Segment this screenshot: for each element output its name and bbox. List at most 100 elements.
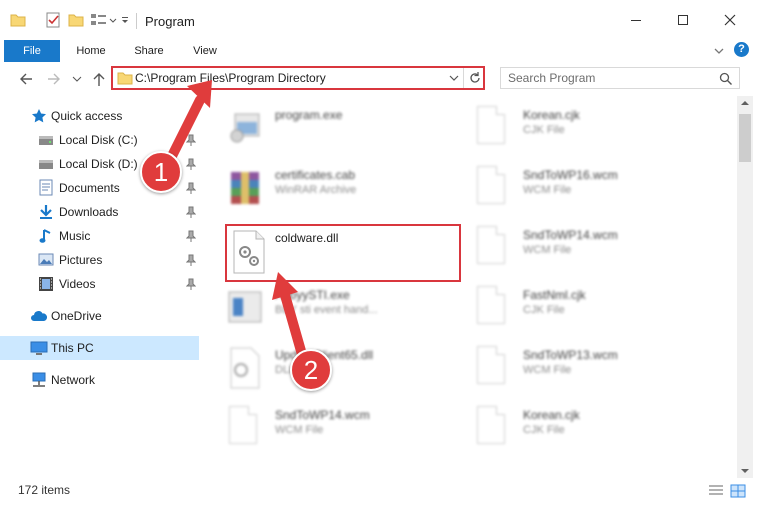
search-placeholder[interactable]: Search Program <box>508 71 595 85</box>
sidebar-item-pictures[interactable]: Pictures <box>0 248 200 272</box>
file-item[interactable]: certificates.cab WinRAR Archive <box>225 164 455 216</box>
file-item[interactable]: program.exe <box>225 104 455 156</box>
cloud-icon <box>31 311 48 321</box>
scroll-thumb[interactable] <box>739 114 751 162</box>
help-icon[interactable]: ? <box>734 42 749 57</box>
tab-home[interactable]: Home <box>68 40 114 62</box>
sidebar-item-label: Documents <box>59 181 120 195</box>
step-badge-2: 2 <box>290 349 332 391</box>
address-bar[interactable]: C:\Program Files\Program Directory <box>111 66 485 90</box>
tab-view[interactable]: View <box>182 40 228 62</box>
file-type: CJK File <box>523 304 565 316</box>
file-item[interactable]: Korean.cjk CJK File <box>473 404 703 456</box>
view-options-icon[interactable] <box>90 12 108 28</box>
documents-icon <box>39 179 53 196</box>
ribbon: File Home Share View ? <box>0 40 769 63</box>
vertical-scrollbar[interactable] <box>737 96 753 480</box>
file-item[interactable]: Korean.cjk CJK File <box>473 104 703 156</box>
sidebar-item-videos[interactable]: Videos <box>0 272 200 296</box>
file-name: SndToWP14.wcm <box>523 228 618 242</box>
scroll-down-icon[interactable] <box>741 468 749 474</box>
expand-ribbon-icon[interactable] <box>713 45 725 57</box>
close-button[interactable] <box>707 0 753 40</box>
customize-toolbar-icon[interactable] <box>120 12 130 28</box>
file-item-coldware-dll[interactable]: coldware.dll <box>225 224 461 282</box>
file-list: program.exe certificates.cab WinRAR Arch… <box>203 100 737 476</box>
file-name: SndToWP16.wcm <box>523 168 618 182</box>
dropdown-arrow-icon[interactable] <box>108 12 118 28</box>
file-type: WCM File <box>523 184 572 196</box>
pin-icon[interactable] <box>186 278 196 290</box>
sidebar-item-label: Quick access <box>51 109 123 123</box>
details-view-icon[interactable] <box>708 484 724 498</box>
sidebar-item-local-disk-c[interactable]: Local Disk (C:) <box>0 128 200 152</box>
sidebar-item-label: OneDrive <box>51 309 102 323</box>
sidebar-item-this-pc[interactable]: This PC <box>0 336 199 360</box>
file-type: WCM File <box>275 424 324 436</box>
file-item[interactable]: UpdateClient65.dll DLL <box>225 344 455 396</box>
properties-icon[interactable] <box>45 12 61 28</box>
tab-share[interactable]: Share <box>126 40 172 62</box>
exe-icon <box>230 113 260 143</box>
sidebar-item-label: Pictures <box>59 253 103 267</box>
pin-icon[interactable] <box>186 230 196 242</box>
folder-icon[interactable] <box>10 12 26 28</box>
sidebar-item-label: Downloads <box>59 205 119 219</box>
pin-icon[interactable] <box>186 254 196 266</box>
close-icon <box>724 14 736 26</box>
maximize-icon <box>678 15 688 25</box>
file-item[interactable]: SndToWP16.wcm WCM File <box>473 164 703 216</box>
up-arrow-icon[interactable] <box>92 71 106 87</box>
file-name: FastNml.cjk <box>523 288 586 302</box>
sidebar-item-onedrive[interactable]: OneDrive <box>0 304 200 328</box>
file-name: SndToWP13.wcm <box>523 348 618 362</box>
file-icon <box>477 406 505 444</box>
window-title: Program <box>145 14 195 29</box>
file-icon <box>477 166 505 204</box>
winrar-archive-icon <box>231 172 259 204</box>
pin-icon[interactable] <box>186 206 196 218</box>
music-icon <box>39 229 51 243</box>
sidebar-item-downloads[interactable]: Downloads <box>0 200 200 224</box>
maximize-button[interactable] <box>660 0 706 40</box>
file-item[interactable]: SndToWP14.wcm WCM File <box>225 404 455 456</box>
file-icon <box>477 106 505 144</box>
status-bar: 172 items <box>0 478 769 502</box>
sidebar-item-music[interactable]: Music <box>0 224 200 248</box>
search-icon[interactable] <box>719 72 733 86</box>
recent-locations-icon[interactable] <box>72 74 82 84</box>
sidebar-item-label: Network <box>51 373 96 387</box>
refresh-icon[interactable] <box>468 71 482 85</box>
file-name: Korean.cjk <box>523 408 580 422</box>
address-path[interactable]: C:\Program Files\Program Directory <box>135 71 326 85</box>
new-folder-icon[interactable] <box>68 12 84 28</box>
sidebar-item-network[interactable]: Network <box>0 368 200 392</box>
file-item[interactable]: SndToWP14.wcm WCM File <box>473 224 703 276</box>
file-type: WinRAR Archive <box>275 184 357 196</box>
back-arrow-icon[interactable] <box>18 72 34 86</box>
large-icons-view-icon[interactable] <box>730 484 746 498</box>
collapse-icon <box>757 100 767 110</box>
forward-arrow-icon[interactable] <box>46 72 62 86</box>
file-type: CJK File <box>523 424 565 436</box>
sidebar-item-label: Local Disk (C:) <box>59 133 138 147</box>
drive-icon <box>39 136 53 145</box>
title-bar: Program <box>0 0 769 40</box>
file-type: CJK File <box>523 124 565 136</box>
tab-file[interactable]: File <box>4 40 60 62</box>
sidebar-item-label: Music <box>59 229 91 243</box>
pin-icon[interactable] <box>186 158 196 170</box>
file-type: WCM File <box>523 244 572 256</box>
sidebar-item-quick-access[interactable]: Quick access <box>0 104 200 128</box>
file-item[interactable]: AbbyySTI.exe BBY sti event hand... <box>225 284 455 336</box>
file-item[interactable]: SndToWP13.wcm WCM File <box>473 344 703 396</box>
file-name: program.exe <box>275 108 343 122</box>
address-dropdown-icon[interactable] <box>448 73 460 83</box>
pin-icon[interactable] <box>186 134 196 146</box>
pin-icon[interactable] <box>186 182 196 194</box>
minimize-button[interactable] <box>613 0 659 40</box>
scroll-up-icon[interactable] <box>741 100 749 106</box>
file-name: SndToWP14.wcm <box>275 408 370 422</box>
file-item[interactable]: FastNml.cjk CJK File <box>473 284 703 336</box>
search-box[interactable]: Search Program <box>500 67 740 89</box>
